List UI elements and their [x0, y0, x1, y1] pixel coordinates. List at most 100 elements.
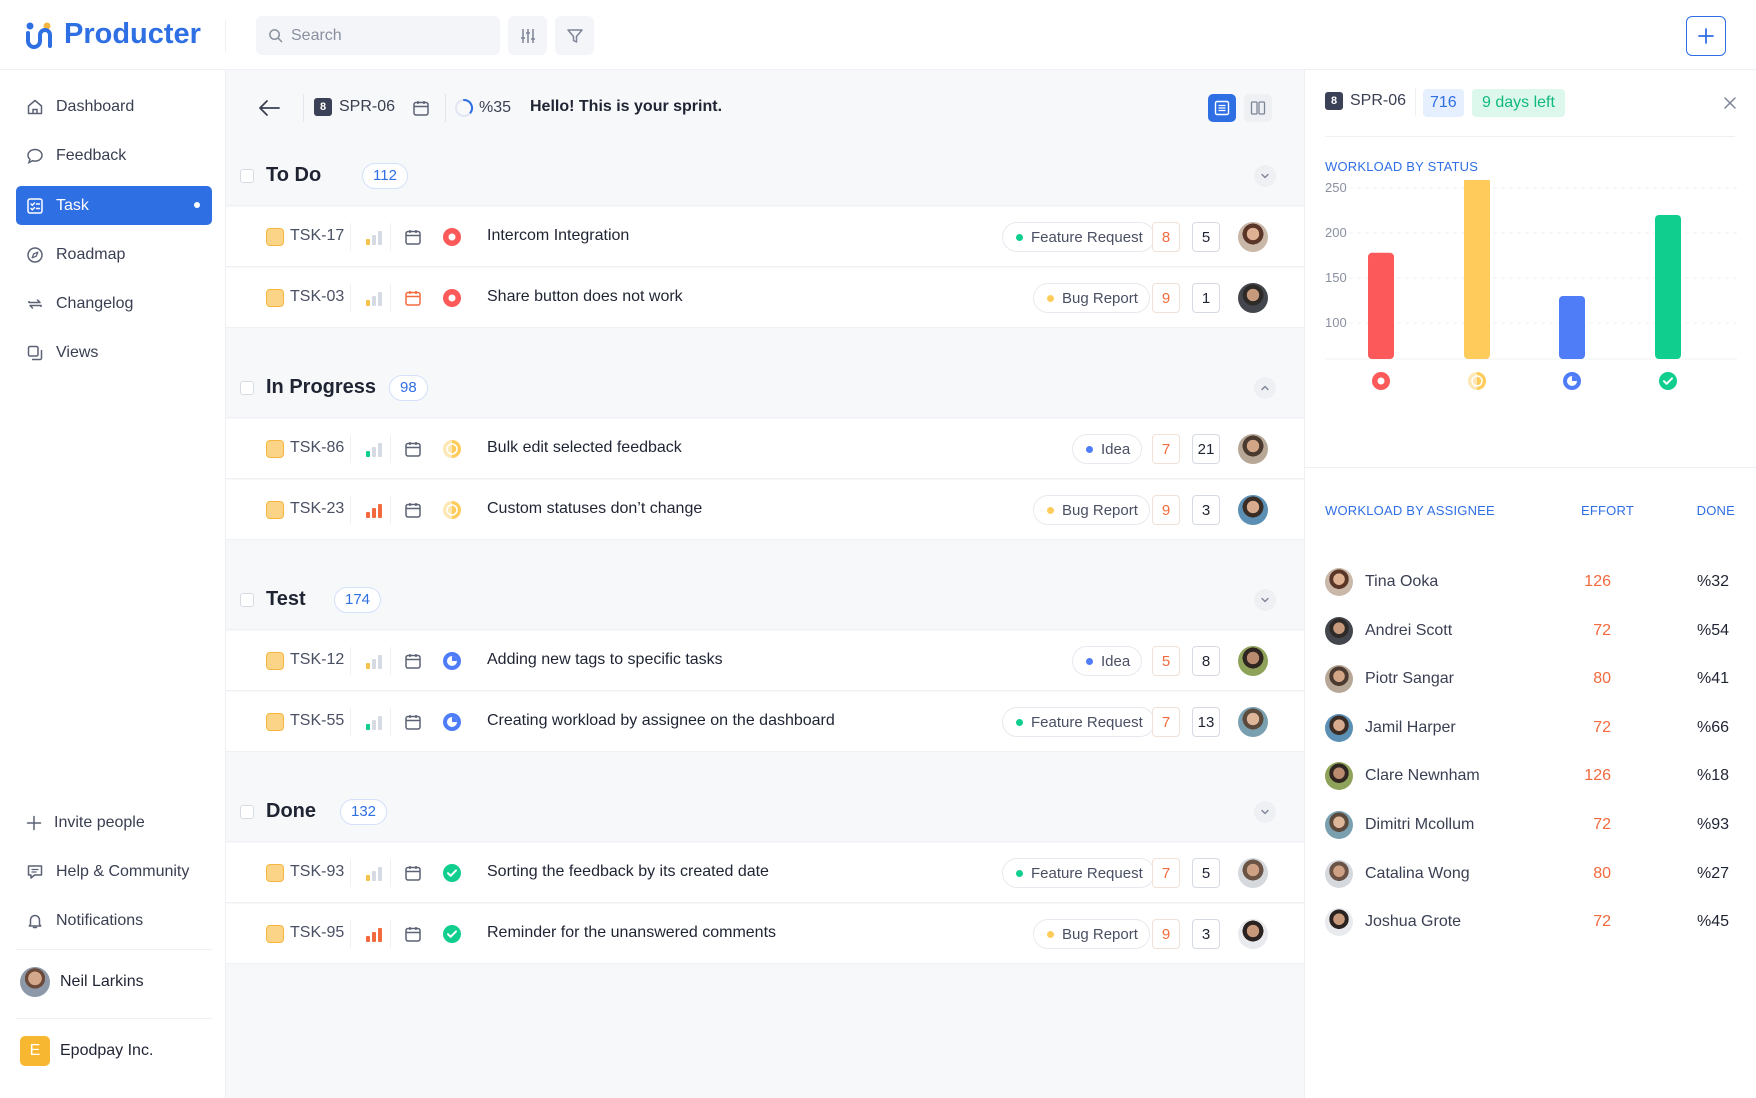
calendar-icon[interactable]	[404, 713, 422, 736]
done-value[interactable]: 3	[1192, 919, 1220, 949]
adjust-button[interactable]	[508, 16, 547, 55]
assignee-avatar[interactable]	[1238, 434, 1268, 464]
assignee-avatar[interactable]	[1238, 707, 1268, 737]
done-status-icon[interactable]	[442, 924, 462, 944]
todo-status-icon[interactable]	[442, 288, 462, 308]
done-value[interactable]: 5	[1192, 858, 1220, 888]
assignee-avatar[interactable]	[1238, 858, 1268, 888]
effort-value[interactable]: 9	[1152, 919, 1180, 949]
task-row[interactable]: TSK-03 Share button does not work Bug Repo…	[226, 268, 1304, 328]
priority-bars-icon[interactable]	[366, 503, 382, 518]
sprint-id-chip[interactable]: 8 SPR-06	[314, 98, 395, 116]
calendar-icon[interactable]	[412, 99, 430, 117]
calendar-icon[interactable]	[404, 289, 422, 312]
group-checkbox[interactable]	[240, 804, 254, 819]
task-title[interactable]: Reminder for the unanswered comments	[487, 924, 776, 942]
task-row[interactable]: TSK-23 Custom statuses don’t change Bug Re…	[226, 480, 1304, 540]
chevron-down-icon[interactable]	[1254, 164, 1276, 187]
assignee-avatar[interactable]	[1238, 283, 1268, 313]
sidebar-item-feedback[interactable]: Feedback	[16, 136, 212, 175]
done-value[interactable]: 13	[1192, 707, 1220, 737]
in-progress-status-icon[interactable]	[442, 500, 462, 520]
assignee-row[interactable]: Andrei Scott 72 %54	[1325, 609, 1735, 653]
chevron-up-icon[interactable]	[1254, 376, 1276, 399]
board-view-toggle[interactable]	[1244, 94, 1272, 122]
effort-value[interactable]: 9	[1152, 283, 1180, 313]
calendar-icon[interactable]	[404, 864, 422, 887]
task-tag[interactable]: Bug Report	[1033, 283, 1150, 313]
done-value[interactable]: 21	[1192, 434, 1220, 464]
help-community-button[interactable]: Help & Community	[16, 854, 189, 890]
assignee-row[interactable]: Tina Ooka 126 %32	[1325, 560, 1735, 604]
done-value[interactable]: 8	[1192, 646, 1220, 676]
chevron-down-icon[interactable]	[1254, 800, 1276, 823]
priority-bars-icon[interactable]	[366, 654, 382, 669]
calendar-icon[interactable]	[404, 228, 422, 251]
assignee-row[interactable]: Clare Newnham 126 %18	[1325, 754, 1735, 798]
close-icon[interactable]	[1723, 96, 1737, 110]
back-arrow-icon[interactable]	[257, 98, 281, 118]
invite-people-button[interactable]: Invite people	[16, 805, 145, 841]
task-row[interactable]: TSK-12 Adding new tags to specific tasks I…	[226, 631, 1304, 691]
priority-bars-icon[interactable]	[366, 230, 382, 245]
sidebar-item-changelog[interactable]: Changelog	[16, 284, 212, 323]
sidebar-item-dashboard[interactable]: Dashboard	[16, 87, 212, 126]
group-checkbox[interactable]	[240, 168, 254, 183]
task-row[interactable]: TSK-55 Creating workload by assignee on t…	[226, 692, 1304, 752]
assignee-avatar[interactable]	[1238, 646, 1268, 676]
priority-bars-icon[interactable]	[366, 866, 382, 881]
task-title[interactable]: Share button does not work	[487, 288, 683, 306]
task-tag[interactable]: Feature Request	[1002, 707, 1155, 737]
task-tag[interactable]: Idea	[1072, 646, 1143, 676]
task-tag[interactable]: Feature Request	[1002, 222, 1155, 252]
effort-value[interactable]: 7	[1152, 434, 1180, 464]
effort-value[interactable]: 8	[1152, 222, 1180, 252]
group-checkbox[interactable]	[240, 380, 254, 395]
workspace-switcher[interactable]: E Epodpay Inc.	[20, 1036, 153, 1066]
chevron-down-icon[interactable]	[1254, 588, 1276, 611]
task-tag[interactable]: Bug Report	[1033, 495, 1150, 525]
priority-bars-icon[interactable]	[366, 715, 382, 730]
effort-value[interactable]: 7	[1152, 707, 1180, 737]
add-button[interactable]	[1686, 16, 1726, 56]
task-tag[interactable]: Idea	[1072, 434, 1143, 464]
priority-bars-icon[interactable]	[366, 927, 382, 942]
task-title[interactable]: Creating workload by assignee on the das…	[487, 712, 835, 730]
todo-status-icon[interactable]	[442, 227, 462, 247]
calendar-icon[interactable]	[404, 925, 422, 948]
notifications-button[interactable]: Notifications	[16, 903, 143, 939]
group-checkbox[interactable]	[240, 592, 254, 607]
task-title[interactable]: Adding new tags to specific tasks	[487, 651, 723, 669]
sidebar-item-task[interactable]: Task	[16, 186, 212, 225]
assignee-row[interactable]: Joshua Grote 72 %45	[1325, 900, 1735, 944]
task-title[interactable]: Intercom Integration	[487, 227, 629, 245]
sidebar-item-views[interactable]: Views	[16, 333, 212, 372]
search-input[interactable]	[291, 26, 491, 45]
task-row[interactable]: TSK-95 Reminder for the unanswered commen…	[226, 904, 1304, 964]
calendar-icon[interactable]	[404, 501, 422, 524]
assignee-avatar[interactable]	[1238, 222, 1268, 252]
search-box[interactable]	[256, 16, 500, 55]
logo[interactable]: Producter	[24, 18, 201, 51]
calendar-icon[interactable]	[404, 440, 422, 463]
assignee-row[interactable]: Jamil Harper 72 %66	[1325, 706, 1735, 750]
task-tag[interactable]: Bug Report	[1033, 919, 1150, 949]
task-title[interactable]: Bulk edit selected feedback	[487, 439, 682, 457]
effort-value[interactable]: 9	[1152, 495, 1180, 525]
calendar-icon[interactable]	[404, 652, 422, 675]
filter-button[interactable]	[555, 16, 594, 55]
priority-bars-icon[interactable]	[366, 442, 382, 457]
priority-bars-icon[interactable]	[366, 291, 382, 306]
effort-value[interactable]: 7	[1152, 858, 1180, 888]
assignee-avatar[interactable]	[1238, 495, 1268, 525]
test-status-icon[interactable]	[442, 651, 462, 671]
done-value[interactable]: 3	[1192, 495, 1220, 525]
in-progress-status-icon[interactable]	[442, 439, 462, 459]
assignee-row[interactable]: Piotr Sangar 80 %41	[1325, 657, 1735, 701]
task-row[interactable]: TSK-17 Intercom Integration Feature Reques…	[226, 207, 1304, 267]
done-value[interactable]: 1	[1192, 283, 1220, 313]
assignee-row[interactable]: Dimitri Mcollum 72 %93	[1325, 803, 1735, 847]
effort-value[interactable]: 5	[1152, 646, 1180, 676]
assignee-avatar[interactable]	[1238, 919, 1268, 949]
task-title[interactable]: Sorting the feedback by its created date	[487, 863, 769, 881]
